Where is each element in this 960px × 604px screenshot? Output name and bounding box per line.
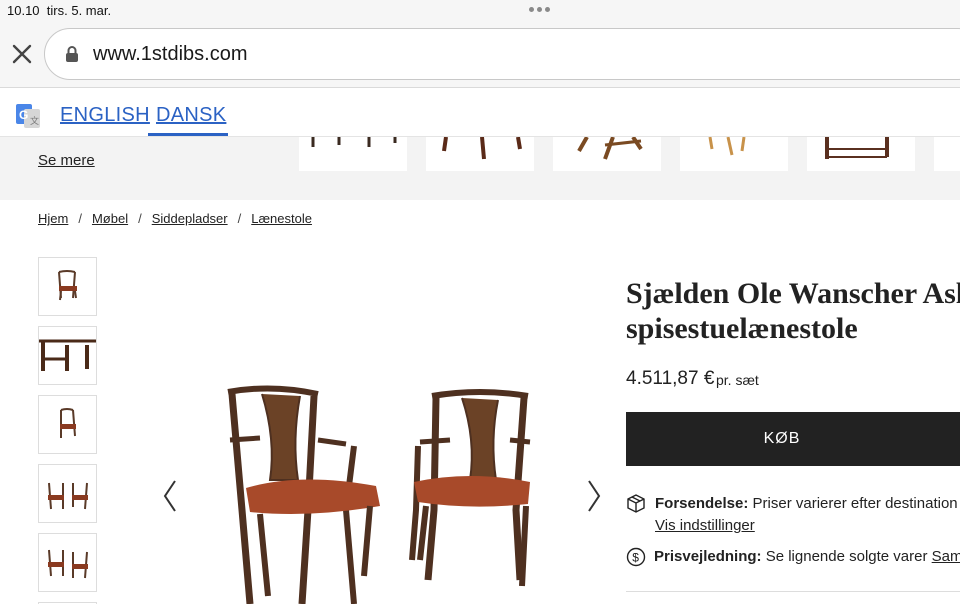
related-items-strip: Se mere <box>0 137 960 200</box>
browser-toolbar: www.1stdibs.com <box>0 22 960 88</box>
package-icon <box>627 494 645 513</box>
breadcrumb-armchairs[interactable]: Lænestole <box>251 211 312 226</box>
product-title-line: Sjælden Ole Wanscher Ask <box>626 277 960 310</box>
status-time: 10.10 tirs. 5. mar. <box>7 3 112 18</box>
dollar-icon: $ <box>626 547 646 567</box>
related-item-thumbnail[interactable] <box>680 137 788 171</box>
address-bar[interactable]: www.1stdibs.com <box>44 28 960 80</box>
breadcrumb-separator: / <box>138 211 142 226</box>
svg-text:G: G <box>19 108 28 122</box>
price-guide-label: Prisvejledning: <box>654 548 762 565</box>
breadcrumb-separator: / <box>237 211 242 226</box>
product-thumbnail[interactable] <box>38 395 97 454</box>
breadcrumb: Hjem / Møbel / Siddepladser / Lænestole <box>38 211 312 226</box>
breadcrumb-seating[interactable]: Siddepladser <box>152 211 228 226</box>
active-language-indicator <box>148 133 228 136</box>
product-thumbnail[interactable] <box>38 533 97 592</box>
buy-button[interactable]: KØB <box>626 412 960 466</box>
price-guide-text: Se lignende solgte varer <box>765 548 928 565</box>
related-item-thumbnail[interactable] <box>553 137 661 171</box>
related-item-thumbnail[interactable] <box>934 137 960 171</box>
breadcrumb-home[interactable]: Hjem <box>38 211 68 226</box>
breadcrumb-separator: / <box>78 211 82 226</box>
shipping-options-link[interactable]: Vis indstillinger <box>655 517 755 534</box>
status-bar: 10.10 tirs. 5. mar. <box>0 0 960 22</box>
price-guide-row: Prisvejledning: Se lignende solgte varer… <box>654 548 960 565</box>
lock-icon <box>66 46 78 62</box>
product-thumbnail[interactable] <box>38 257 97 316</box>
shipping-label: Forsendelse: <box>655 495 749 512</box>
shipping-text: Priser varierer efter destination og <box>752 495 960 512</box>
multitasking-dots-icon[interactable] <box>529 7 550 12</box>
see-more-link[interactable]: Se mere <box>38 152 95 169</box>
price-guide-link[interactable]: Samme <box>932 548 960 565</box>
breadcrumb-furniture[interactable]: Møbel <box>92 211 128 226</box>
product-main-image[interactable] <box>150 360 610 604</box>
translate-bar: G 文 ENGLISH DANSK <box>0 89 960 137</box>
product-thumbnail[interactable] <box>38 326 97 385</box>
product-title-line: spisestuelænestole <box>626 312 858 345</box>
product-title: Sjælden Ole Wanscher Ask spisestuelænest… <box>626 276 960 346</box>
buy-button-label: KØB <box>763 430 801 447</box>
close-icon[interactable] <box>10 42 34 66</box>
shipping-row: Forsendelse: Priser varierer efter desti… <box>655 495 960 512</box>
svg-text:文: 文 <box>30 115 39 126</box>
related-item-thumbnail[interactable] <box>426 137 534 171</box>
url-text: www.1stdibs.com <box>93 43 248 65</box>
related-item-thumbnail[interactable] <box>807 137 915 171</box>
divider <box>626 591 960 592</box>
chair-left <box>227 385 380 604</box>
product-price: 4.511,87 € <box>626 368 715 389</box>
related-item-thumbnail[interactable] <box>299 137 407 171</box>
price-unit: pr. sæt <box>716 372 759 388</box>
google-translate-icon[interactable]: G 文 <box>16 104 40 128</box>
product-thumbnail[interactable] <box>38 464 97 523</box>
svg-text:$: $ <box>632 551 639 565</box>
language-english[interactable]: ENGLISH <box>60 104 150 127</box>
chair-right <box>409 389 531 587</box>
language-danish[interactable]: DANSK <box>156 104 226 127</box>
